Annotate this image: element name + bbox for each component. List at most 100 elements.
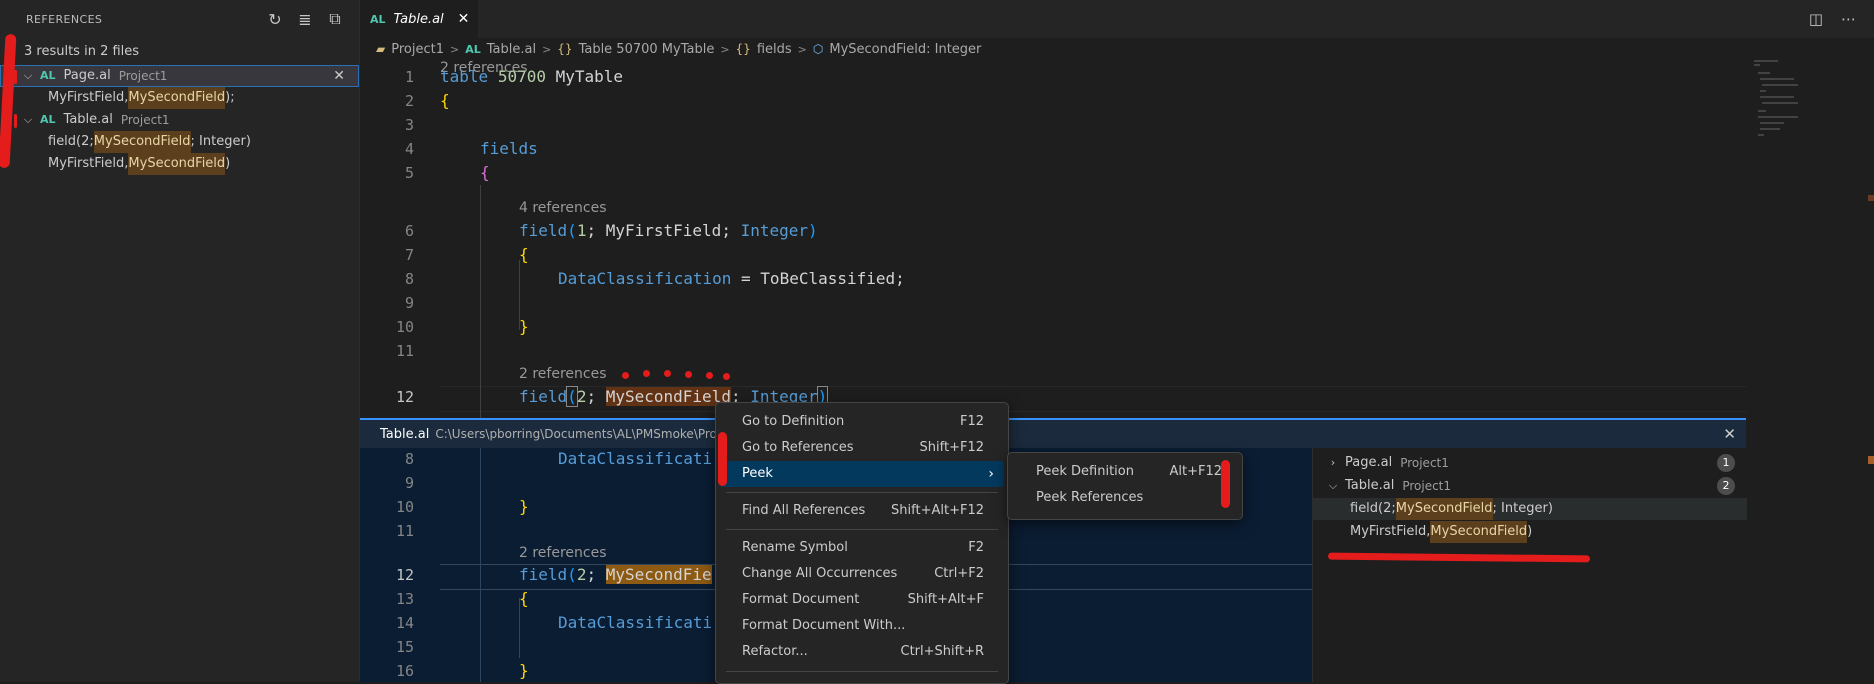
menu-item-label: Change All Occurrences [742, 566, 898, 581]
clear-all-icon[interactable]: ≣ [295, 9, 315, 29]
peek-submenu: Peek Definition Alt+F12 Peek References [1007, 452, 1243, 520]
references-panel-actions: ↻ ≣ ⧉ [265, 9, 345, 29]
codelens-references[interactable]: 2 references [519, 366, 607, 382]
line-number: 8 [404, 450, 414, 468]
property-name: DataClassificati [558, 613, 713, 632]
line-number: 10 [395, 498, 414, 516]
more-actions-icon[interactable]: ⋯ [1841, 10, 1856, 28]
menu-item-shortcut: Shift+F12 [919, 440, 984, 455]
close-icon[interactable]: ✕ [1723, 425, 1736, 443]
menu-item-change-all-occurrences[interactable]: Change All Occurrences Ctrl+F2 [720, 561, 1004, 587]
code-editor[interactable]: 2 references 1 table 50700 MyTable 2 { 3… [360, 60, 1746, 418]
file-project: Project1 [1400, 456, 1449, 470]
refresh-icon[interactable]: ↻ [265, 9, 285, 29]
reference-match: MySecondField [1395, 498, 1493, 520]
symbol-field-icon: ⬡ [812, 42, 824, 56]
line-number: 13 [395, 590, 414, 608]
peek-reference-item[interactable]: field(2; MySecondField; Integer) [1313, 498, 1747, 520]
line-number: 2 [404, 92, 414, 110]
number: 1 [576, 221, 587, 240]
file-project: Project1 [118, 69, 168, 83]
chevron-right-icon: › [988, 466, 994, 482]
menu-item-shortcut: F2 [968, 540, 984, 555]
menu-item-label: Format Document With... [742, 618, 906, 633]
reference-text-post: ; Integer) [1492, 501, 1553, 516]
reference-item[interactable]: MyFirstField, MySecondField); [0, 87, 359, 109]
reference-text-pre: MyFirstField, [48, 90, 129, 105]
menu-item-format-document-with[interactable]: Format Document With... [720, 613, 1004, 639]
tab-title: Table.al [393, 11, 444, 27]
chevron-down-icon[interactable]: ⌵ [20, 109, 36, 131]
menu-item-go-to-definition[interactable]: Go to Definition F12 [720, 409, 1004, 435]
line-number: 16 [395, 662, 414, 680]
reference-match: MySecondField [93, 131, 191, 153]
breadcrumb-project[interactable]: Project1 [391, 42, 444, 57]
breadcrumb-fields[interactable]: fields [757, 42, 792, 57]
property-name: DataClassification [558, 269, 732, 288]
menu-item-label: Find All References [742, 503, 866, 518]
chevron-down-icon[interactable]: ⌵ [20, 65, 36, 87]
number: 2 [576, 565, 587, 584]
peek-reference-item[interactable]: MyFirstField, MySecondField) [1313, 521, 1747, 543]
reference-match: MySecondField [128, 87, 226, 109]
menu-item-find-all-references[interactable]: Find All References Shift+Alt+F12 [720, 498, 1004, 524]
indent-guide [519, 598, 520, 658]
menu-item-peek[interactable]: Peek › [720, 461, 1004, 487]
keyword: field [519, 565, 568, 584]
annotation-mark [718, 432, 727, 486]
indent-guide [480, 185, 481, 418]
menu-item-rename-symbol[interactable]: Rename Symbol F2 [720, 535, 1004, 561]
peek-file-page-al[interactable]: › Page.al Project1 1 [1313, 452, 1747, 474]
reference-item[interactable]: MyFirstField, MySecondField) [0, 153, 359, 175]
code-line: } [519, 497, 529, 516]
annotation-dot [622, 372, 629, 379]
breadcrumb-table[interactable]: Table 50700 MyTable [579, 42, 715, 57]
identifier: ToBeClassified [760, 269, 896, 288]
breadcrumb-field[interactable]: MySecondField: Integer [829, 42, 981, 57]
close-icon[interactable]: ✕ [333, 65, 345, 87]
code-line: { [519, 589, 529, 608]
menu-item-refactor[interactable]: Refactor... Ctrl+Shift+R [720, 639, 1004, 665]
close-icon[interactable]: ✕ [458, 11, 470, 27]
identifier-highlight: MySecondFie [605, 565, 712, 584]
menu-item-peek-references[interactable]: Peek References [1012, 485, 1238, 511]
menu-item-peek-definition[interactable]: Peek Definition Alt+F12 [1012, 459, 1238, 485]
menu-item-shortcut: Shift+Alt+F [907, 592, 984, 607]
menu-item-go-to-references[interactable]: Go to References Shift+F12 [720, 435, 1004, 461]
reference-text-pre: MyFirstField, [48, 156, 129, 171]
tree-file-page-al[interactable]: ⌵ AL Page.al Project1 ✕ [0, 65, 359, 87]
line-number: 8 [404, 270, 414, 288]
tree-file-table-al[interactable]: ⌵ AL Table.al Project1 [0, 109, 359, 131]
chevron-down-icon[interactable]: ⌵ [1325, 475, 1341, 497]
chevron-right-icon[interactable]: › [1325, 452, 1341, 474]
annotation-mark [1221, 460, 1230, 508]
split-editor-icon[interactable]: ◫ [1809, 10, 1823, 28]
breadcrumb-file[interactable]: Table.al [487, 42, 536, 57]
reference-item[interactable]: field(2; MySecondField; Integer) [0, 131, 359, 153]
menu-item-label: Peek Definition [1036, 464, 1134, 479]
menu-item-format-document[interactable]: Format Document Shift+Alt+F [720, 587, 1004, 613]
tab-table-al[interactable]: AL Table.al ✕ [360, 0, 478, 38]
line-number: 7 [404, 246, 414, 264]
codelens-references[interactable]: 4 references [519, 200, 607, 216]
folder-icon: ▰ [376, 42, 386, 56]
annotation-dot [643, 370, 650, 377]
annotation-tick [14, 114, 17, 128]
file-project: Project1 [120, 113, 170, 127]
file-name: Table.al [63, 112, 113, 127]
minimap-line [1762, 84, 1798, 86]
line-number: 12 [395, 566, 414, 584]
code-line: field(1; MyFirstField; Integer) [519, 221, 818, 240]
collapse-all-icon[interactable]: ⧉ [325, 9, 345, 29]
minimap-line [1758, 116, 1798, 118]
menu-item-shortcut: Ctrl+Shift+R [900, 644, 985, 659]
number: 2 [576, 387, 587, 406]
annotation-dot [706, 372, 713, 379]
line-number: 9 [404, 294, 414, 312]
minimap[interactable] [1746, 60, 1874, 190]
reference-text-post: ); [225, 90, 235, 105]
identifier: MyTable [555, 67, 624, 86]
line-number: 15 [395, 638, 414, 656]
codelens-references[interactable]: 2 references [519, 545, 607, 561]
peek-file-table-al[interactable]: ⌵ Table.al Project1 2 [1313, 475, 1747, 497]
